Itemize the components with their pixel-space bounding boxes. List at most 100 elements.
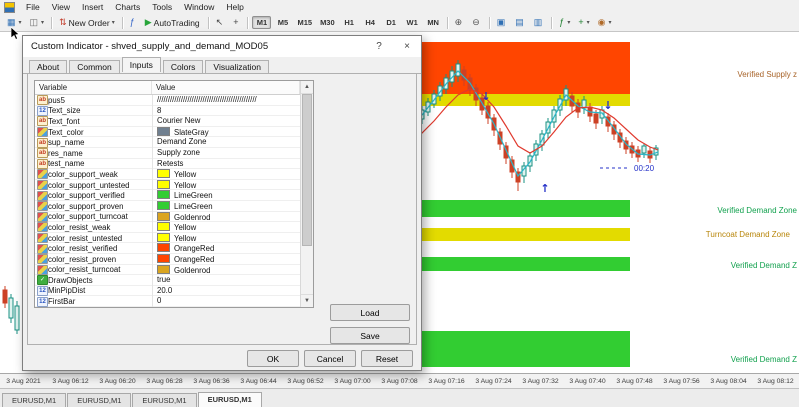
time-label: 3 Aug 06:12	[47, 378, 94, 385]
param-row[interactable]: color_support_verifiedLimeGreen	[35, 190, 300, 201]
cursor-icon: ↖	[216, 16, 224, 29]
param-value: ////////////////////////////////////////…	[152, 95, 300, 106]
menu-charts[interactable]: Charts	[109, 2, 146, 12]
timeframe-m15-button[interactable]: M15	[294, 16, 315, 29]
toolbar: ▦▾◫▾⇅New Order▾ƒ▶AutoTrading↖+M1M5M15M30…	[0, 14, 799, 32]
menu-help[interactable]: Help	[220, 2, 249, 12]
param-value: Goldenrod	[152, 212, 300, 223]
time-label: 3 Aug 06:28	[141, 378, 188, 385]
param-row[interactable]: abpus5//////////////////////////////////…	[35, 95, 300, 106]
menu-view[interactable]: View	[46, 2, 76, 12]
toolbar-separator	[489, 17, 490, 29]
toolbar-cursor-button[interactable]: ↖	[212, 15, 230, 31]
param-name: color_resist_proven	[48, 255, 152, 264]
indicator-dialog: Custom Indicator - shved_supply_and_dema…	[22, 35, 422, 371]
chart-tab-1[interactable]: EURUSD,M1	[67, 393, 131, 407]
reset-button[interactable]: Reset	[361, 350, 413, 367]
help-button[interactable]: ?	[365, 36, 393, 57]
chart-tab-2[interactable]: EURUSD,M1	[132, 393, 196, 407]
scroll-up-icon[interactable]: ▲	[301, 81, 313, 94]
menu-file[interactable]: File	[20, 2, 46, 12]
toolbar-tile-horizontally-button[interactable]: ▤	[511, 15, 530, 31]
param-row[interactable]: color_resist_turncoatGoldenrod	[35, 265, 300, 276]
param-row[interactable]: color_resist_weakYellow	[35, 222, 300, 233]
toolbar-profiles-button[interactable]: ◫▾	[26, 15, 49, 31]
param-row[interactable]: 12FirstBar0	[35, 296, 300, 307]
param-row[interactable]: abtest_nameRetests	[35, 159, 300, 170]
timeframe-w1-button[interactable]: W1	[403, 16, 422, 29]
load-button[interactable]: Load	[330, 304, 410, 321]
param-value: Yellow	[152, 222, 300, 233]
ok-button[interactable]: OK	[247, 350, 299, 367]
dialog-tab-common[interactable]: Common	[69, 60, 119, 73]
scroll-down-icon[interactable]: ▼	[301, 294, 313, 307]
param-row[interactable]: color_support_turncoatGoldenrod	[35, 212, 300, 223]
chart-tab-3[interactable]: EURUSD,M1	[198, 392, 262, 407]
value-column-header: Value	[152, 81, 300, 94]
dialog-tab-visualization[interactable]: Visualization	[205, 60, 269, 73]
param-row[interactable]: absup_nameDemand Zone	[35, 137, 300, 148]
color-param-icon	[37, 180, 48, 190]
param-row[interactable]: abText_fontCourier New	[35, 116, 300, 127]
toolbar-crosshair-button[interactable]: +	[229, 15, 244, 31]
cancel-button[interactable]: Cancel	[304, 350, 356, 367]
dialog-tab-colors[interactable]: Colors	[163, 60, 204, 73]
toolbar-autotrading-button[interactable]: ▶AutoTrading	[141, 15, 205, 31]
color-param-icon	[37, 212, 48, 222]
param-value: Courier New	[152, 116, 300, 127]
toolbar-indicators-button[interactable]: ƒ▾	[555, 15, 574, 31]
param-row[interactable]: color_resist_verifiedOrangeRed	[35, 243, 300, 254]
dialog-tab-about[interactable]: About	[29, 60, 67, 73]
toolbar-tile-vertically-button[interactable]: ▥	[530, 15, 549, 31]
param-value: OrangeRed	[152, 243, 300, 254]
toolbar-objects-button[interactable]: ◉▾	[594, 15, 616, 31]
menu-tools[interactable]: Tools	[146, 2, 178, 12]
timeframe-h1-button[interactable]: H1	[340, 16, 359, 29]
param-row[interactable]: color_support_untestedYellow	[35, 180, 300, 191]
toolbar-zoom-out-button[interactable]: ⊖	[468, 15, 486, 31]
dialog-titlebar[interactable]: Custom Indicator - shved_supply_and_dema…	[23, 36, 421, 57]
color-swatch	[157, 222, 170, 231]
string-param-icon: ab	[37, 116, 48, 126]
param-name: res_name	[48, 149, 152, 158]
toolbar-zoom-in-button[interactable]: ⊕	[451, 15, 469, 31]
chart-tab-0[interactable]: EURUSD,M1	[2, 393, 66, 407]
toolbar-expert-advisors-button[interactable]: ƒ	[126, 15, 141, 31]
param-value: 20.0	[152, 286, 300, 297]
table-scrollbar[interactable]: ▲ ▼	[300, 81, 313, 307]
color-param-icon	[37, 254, 48, 264]
toolbar-tile-windows-button[interactable]: ▣	[493, 15, 512, 31]
param-row[interactable]: color_support_weakYellow	[35, 169, 300, 180]
close-button[interactable]: ×	[393, 36, 421, 57]
color-swatch	[157, 169, 170, 178]
param-row[interactable]: color_resist_untestedYellow	[35, 233, 300, 244]
time-label: 3 Aug 07:40	[564, 378, 611, 385]
scrollbar-thumb[interactable]	[302, 94, 312, 246]
param-row[interactable]: color_support_provenLimeGreen	[35, 201, 300, 212]
time-label: 3 Aug 07:16	[423, 378, 470, 385]
param-row[interactable]: 12MinPipDist20.0	[35, 286, 300, 297]
param-row[interactable]: ✓DrawObjectstrue	[35, 275, 300, 286]
timeframe-m5-button[interactable]: M5	[273, 16, 292, 29]
timeframe-m30-button[interactable]: M30	[317, 16, 338, 29]
timeframe-d1-button[interactable]: D1	[382, 16, 401, 29]
toolbar-add-chart-button[interactable]: +▾	[574, 15, 593, 31]
toolbar-new-order-button[interactable]: ⇅New Order▾	[55, 15, 119, 31]
menu-window[interactable]: Window	[178, 2, 220, 12]
param-name: FirstBar	[48, 297, 152, 306]
color-swatch	[157, 265, 170, 274]
param-row[interactable]: Text_colorSlateGray	[35, 127, 300, 138]
dialog-tab-inputs[interactable]: Inputs	[122, 57, 161, 72]
menu-insert[interactable]: Insert	[76, 2, 109, 12]
timeframe-m1-button[interactable]: M1	[252, 16, 271, 29]
timeframe-h4-button[interactable]: H4	[361, 16, 380, 29]
toolbar-separator	[122, 17, 123, 29]
param-row[interactable]: color_resist_provenOrangeRed	[35, 254, 300, 265]
param-row[interactable]: 12Text_size8	[35, 106, 300, 117]
zoom-in-icon: ⊕	[455, 16, 463, 29]
save-button[interactable]: Save	[330, 327, 410, 344]
param-row[interactable]: abres_nameSupply zone	[35, 148, 300, 159]
time-label: 3 Aug 06:44	[235, 378, 282, 385]
number-param-icon: 12	[37, 286, 48, 296]
timeframe-mn-button[interactable]: MN	[424, 16, 443, 29]
